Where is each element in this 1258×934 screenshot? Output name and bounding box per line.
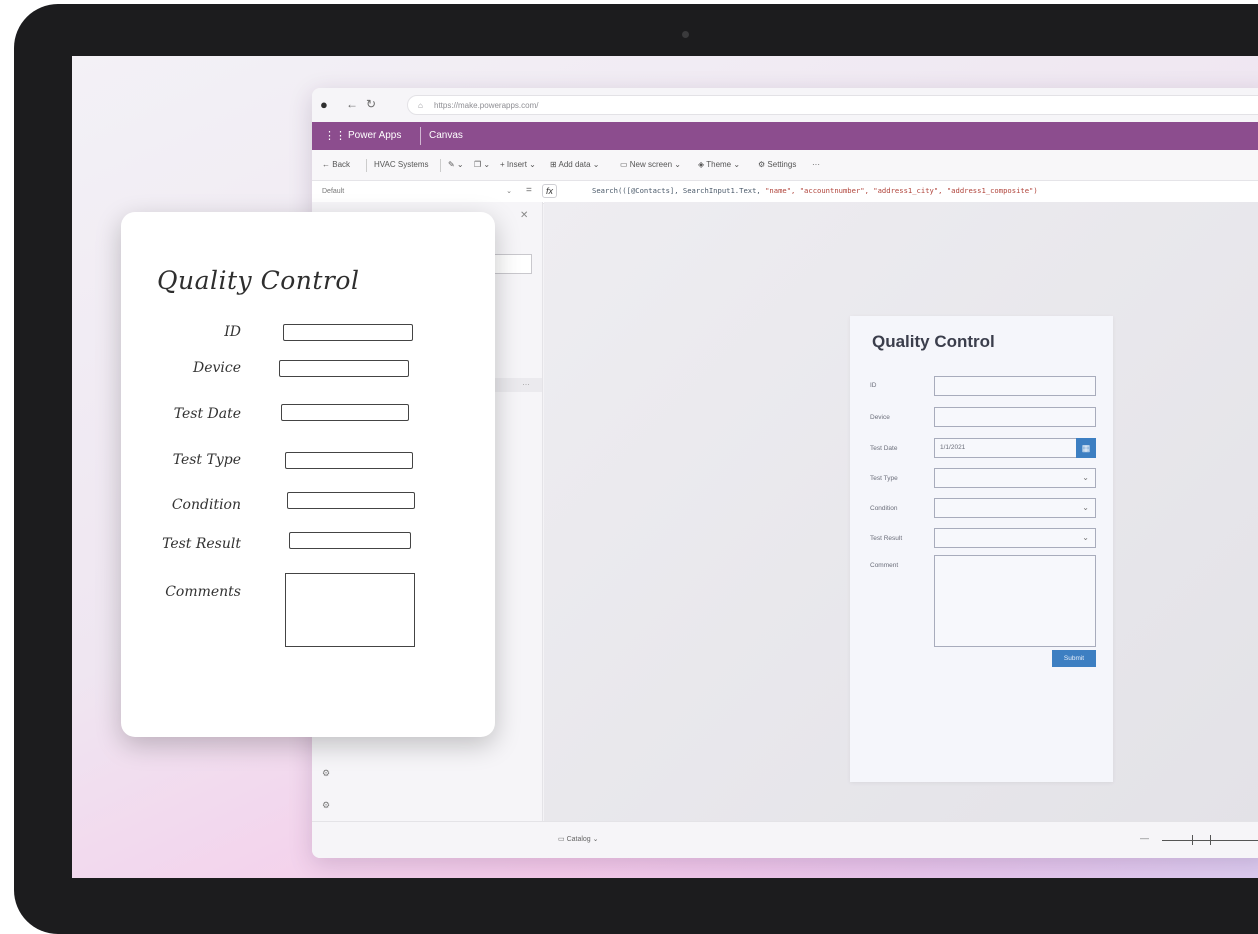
settings-button[interactable]: ⚙ Settings <box>758 160 796 169</box>
zoom-slider-thumb[interactable] <box>1192 835 1193 845</box>
test-result-dropdown[interactable]: ⌄ <box>934 528 1096 548</box>
id-input[interactable] <box>934 376 1096 396</box>
power-apps-header: ⋮⋮ Power Apps Canvas <box>312 122 1258 150</box>
back-arrow-icon[interactable]: ← <box>346 97 358 111</box>
chevron-down-icon: ⌄ <box>506 188 512 195</box>
sketch-label-id: ID <box>224 324 241 340</box>
sketch-box-comments <box>285 573 415 647</box>
sketch-box-test-result <box>289 532 411 549</box>
sketch-title: Quality Control <box>157 266 360 295</box>
theme-label: Theme <box>706 160 732 169</box>
field-label-device: Device <box>870 414 890 421</box>
sketch-label-device: Device <box>192 360 241 376</box>
copy-icon[interactable]: ❐ ⌄ <box>474 160 490 169</box>
settings-label: Settings <box>767 160 797 169</box>
more-button[interactable]: ··· <box>812 160 820 169</box>
lock-icon: ⌂ <box>418 101 423 110</box>
formula-args: "name", "accountnumber", "address1_city"… <box>765 186 1038 195</box>
status-bar: ▭ Catalog ⌄ — <box>312 821 1258 858</box>
settings-icon[interactable]: ⚙ <box>322 768 330 779</box>
close-icon[interactable]: ✕ <box>520 210 528 221</box>
sketch-label-condition: Condition <box>171 497 241 513</box>
form-title: Quality Control <box>872 332 995 351</box>
field-label-test-result: Test Result <box>870 535 903 542</box>
equals-sign: = <box>526 185 532 196</box>
property-dropdown[interactable]: Default ⌄ <box>318 184 518 199</box>
property-value: Default <box>322 188 345 195</box>
test-date-picker[interactable]: 1/1/2021 ▦ <box>934 438 1096 458</box>
insert-button[interactable]: + Insert ⌄ <box>500 160 536 169</box>
formula-input[interactable]: Search(([@Contacts], SearchInput1.Text, … <box>592 186 1038 195</box>
toolbar-divider <box>366 159 367 172</box>
app-title[interactable]: HVAC Systems <box>374 160 429 169</box>
theme-button[interactable]: ◈ Theme ⌄ <box>698 160 740 169</box>
sketch-label-comments: Comments <box>165 584 241 600</box>
more-icon[interactable]: … <box>522 378 530 387</box>
screen-selector-label: Catalog <box>566 836 591 843</box>
submit-button[interactable]: Submit <box>1052 650 1096 667</box>
sketch-box-device <box>279 360 409 377</box>
camera-dot <box>682 31 689 38</box>
sketch-box-id <box>283 324 413 341</box>
sketch-box-test-date <box>281 404 409 421</box>
calendar-icon[interactable]: ▦ <box>1076 438 1096 458</box>
field-label-test-date: Test Date <box>870 445 898 452</box>
new-screen-button[interactable]: ▭ New screen ⌄ <box>620 160 681 169</box>
waffle-icon[interactable]: ⋮⋮ <box>324 129 346 142</box>
browser-profile-icon[interactable]: ● <box>320 97 328 112</box>
test-type-dropdown[interactable]: ⌄ <box>934 468 1096 488</box>
help-icon[interactable]: ⚙ <box>322 800 330 811</box>
sketch-card: Quality Control ID Device Test Date Test… <box>121 212 495 737</box>
chevron-down-icon: ⌄ <box>1082 503 1089 512</box>
formula-prefix: Search(([@Contacts], SearchInput1.Text, <box>592 186 766 195</box>
device-input[interactable] <box>934 407 1096 427</box>
back-button[interactable]: ← Back <box>322 160 350 169</box>
toolbar-divider <box>440 159 441 172</box>
screen-selector[interactable]: ▭ Catalog ⌄ <box>558 835 599 843</box>
back-label: Back <box>332 160 351 169</box>
chevron-down-icon: ⌄ <box>1082 533 1089 542</box>
comment-textarea[interactable] <box>934 555 1096 647</box>
add-data-label: Add data <box>558 160 591 169</box>
formula-bar: Default ⌄ = fx Search(([@Contacts], Sear… <box>312 181 1258 204</box>
sketch-label-test-result: Test Result <box>162 536 241 552</box>
url-text: https://make.powerapps.com/ <box>434 101 539 110</box>
refresh-icon[interactable]: ↻ <box>366 97 376 111</box>
edit-icon[interactable]: ✎ ⌄ <box>448 160 464 169</box>
sketch-box-test-type <box>285 452 413 469</box>
browser-titlebar: ● ← ↻ ⌂ https://make.powerapps.com/ <box>312 88 1258 122</box>
field-label-condition: Condition <box>870 505 898 512</box>
sketch-label-test-date: Test Date <box>173 406 241 422</box>
address-bar[interactable]: ⌂ https://make.powerapps.com/ <box>407 95 1258 115</box>
condition-dropdown[interactable]: ⌄ <box>934 498 1096 518</box>
zoom-out-icon[interactable]: — <box>1140 833 1149 843</box>
chevron-down-icon: ⌄ <box>1082 473 1089 482</box>
field-label-test-type: Test Type <box>870 475 898 482</box>
header-divider <box>420 127 421 145</box>
test-date-value: 1/1/2021 <box>940 444 966 451</box>
sketch-box-condition <box>287 492 415 509</box>
field-label-comment: Comment <box>870 562 899 569</box>
zoom-slider-tick <box>1210 835 1211 845</box>
new-screen-label: New screen <box>629 160 673 169</box>
command-toolbar: ← Back HVAC Systems ✎ ⌄ ❐ ⌄ + Insert ⌄ ⊞… <box>312 150 1258 181</box>
sketch-label-test-type: Test Type <box>172 452 241 468</box>
section-name: Canvas <box>429 130 463 141</box>
app-form-card: Quality Control ID Device Test Date 1/1/… <box>850 316 1113 782</box>
field-label-id: ID <box>870 382 877 389</box>
insert-label: Insert <box>506 160 527 169</box>
add-data-button[interactable]: ⊞ Add data ⌄ <box>550 160 599 169</box>
app-name[interactable]: Power Apps <box>348 130 401 141</box>
fx-button[interactable]: fx <box>542 184 558 198</box>
